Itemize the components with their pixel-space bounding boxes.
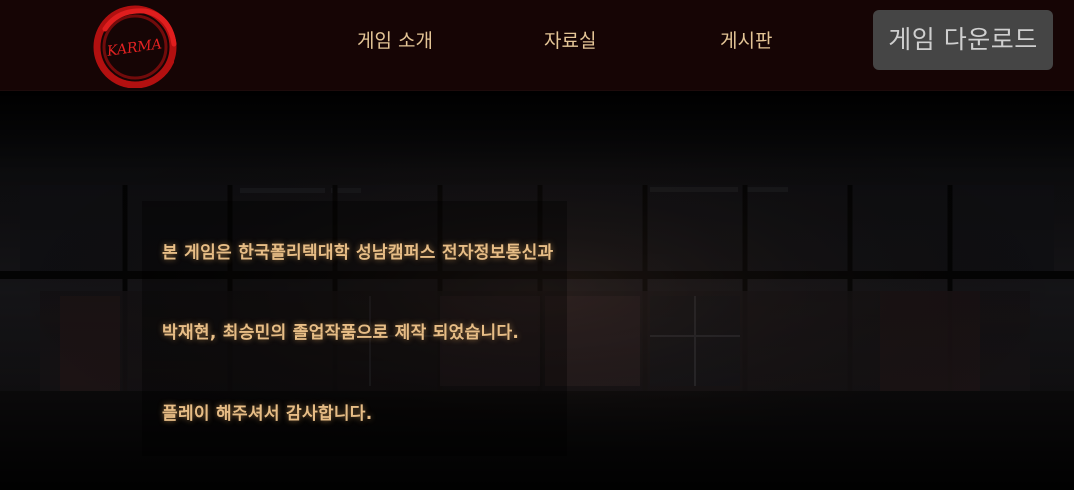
classroom-background-image (0, 91, 1074, 490)
nav-board[interactable]: 게시판 (720, 26, 772, 56)
header-bar: KARMA 게임 소개 자료실 게시판 게임 다운로드 (0, 0, 1074, 91)
intro-line-3: 플레이 해주셔서 감사합니다. (162, 404, 373, 424)
intro-line-1: 본 게임은 한국폴리텍대학 성남캠퍼스 전자정보통신과 (162, 243, 554, 263)
karma-logo-icon: KARMA (93, 5, 177, 89)
karma-logo[interactable]: KARMA (90, 4, 180, 89)
intro-line-2: 박재현, 최승민의 졸업작품으로 제작 되었습니다. (162, 323, 520, 343)
game-download-button[interactable]: 게임 다운로드 (873, 10, 1053, 70)
page: KARMA 게임 소개 자료실 게시판 게임 다운로드 본 게임은 한국폴리텍대… (0, 0, 1074, 490)
nav-game-intro[interactable]: 게임 소개 (357, 26, 433, 56)
logo-text: KARMA (105, 36, 163, 60)
nav-resources[interactable]: 자료실 (544, 26, 596, 56)
